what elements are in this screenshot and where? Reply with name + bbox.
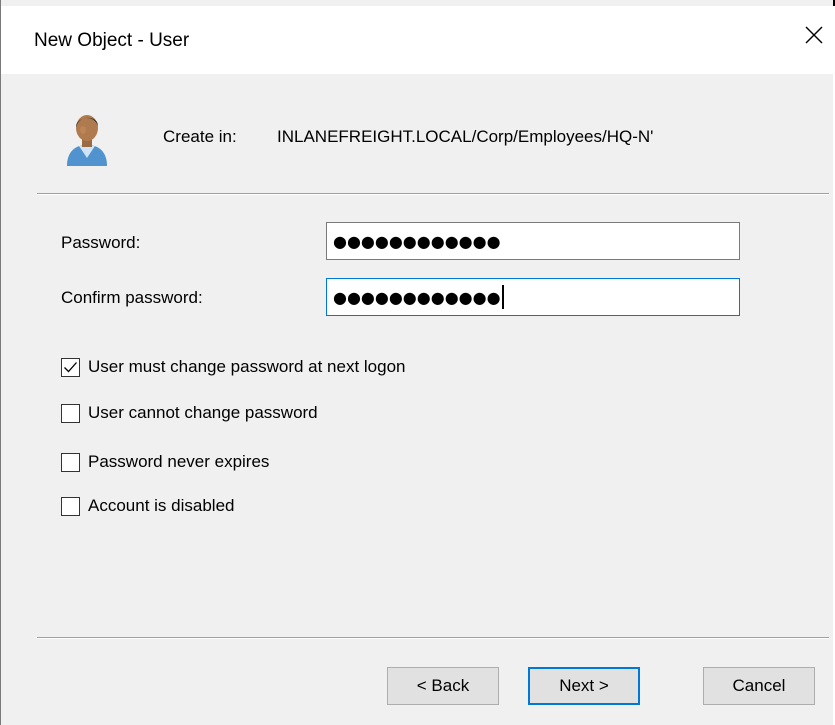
password-masked-value: ●●●●●●●●●●●● bbox=[333, 231, 501, 251]
password-input[interactable]: ●●●●●●●●●●●● bbox=[326, 222, 740, 260]
checkbox-cannot-change-password[interactable] bbox=[61, 403, 80, 423]
dialog-title: New Object - User bbox=[34, 30, 190, 51]
option-password-never-expires[interactable]: Password never expires bbox=[61, 450, 269, 474]
option-cannot-change-password[interactable]: User cannot change password bbox=[61, 401, 318, 425]
password-label: Password: bbox=[61, 233, 141, 252]
checkbox-must-change-password[interactable] bbox=[61, 357, 80, 377]
create-in-path: INLANEFREIGHT.LOCAL/Corp/Employees/HQ-N' bbox=[277, 127, 654, 146]
header-divider bbox=[37, 193, 829, 195]
confirm-password-masked-value: ●●●●●●●●●●●● bbox=[333, 287, 501, 307]
checkbox-password-never-expires[interactable] bbox=[61, 452, 80, 472]
option-must-change-password[interactable]: User must change password at next logon bbox=[61, 355, 406, 379]
checkmark-icon bbox=[64, 361, 77, 372]
option-label: Account is disabled bbox=[88, 496, 235, 515]
confirm-password-input[interactable]: ●●●●●●●●●●●● bbox=[326, 278, 740, 316]
confirm-password-label: Confirm password: bbox=[61, 288, 203, 307]
option-label: User cannot change password bbox=[88, 403, 318, 422]
next-button[interactable]: Next > bbox=[528, 667, 640, 705]
back-button[interactable]: < Back bbox=[387, 667, 499, 705]
option-account-disabled[interactable]: Account is disabled bbox=[61, 494, 234, 518]
create-in-label: Create in: bbox=[163, 127, 237, 146]
checkbox-account-disabled[interactable] bbox=[61, 496, 80, 516]
close-button[interactable] bbox=[794, 16, 834, 54]
text-caret bbox=[501, 285, 504, 309]
title-bar: New Object - User bbox=[1, 6, 834, 74]
option-label: User must change password at next logon bbox=[88, 357, 406, 376]
cancel-button[interactable]: Cancel bbox=[703, 667, 815, 705]
user-icon bbox=[67, 115, 107, 166]
footer-divider bbox=[37, 637, 829, 639]
option-label: Password never expires bbox=[88, 452, 270, 471]
close-icon bbox=[805, 26, 823, 44]
new-object-user-dialog: New Object - User Create in: INLANEFREIG… bbox=[0, 0, 834, 725]
